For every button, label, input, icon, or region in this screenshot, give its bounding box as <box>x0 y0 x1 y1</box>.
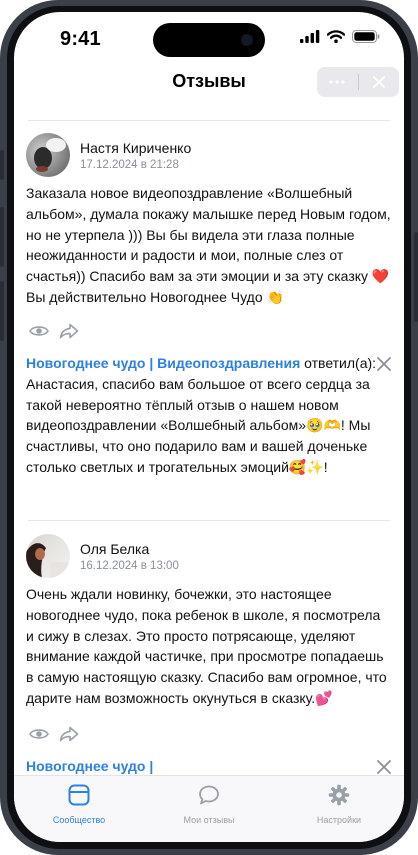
review-author[interactable]: Настя Кириченко <box>80 140 191 156</box>
wifi-icon <box>327 30 345 43</box>
status-icons <box>300 30 380 43</box>
chat-bubble-icon <box>199 785 219 805</box>
community-reply: Новогоднее чудо | Видеопоздравления отве… <box>26 353 382 478</box>
signal-icon <box>300 30 320 43</box>
tab-settings[interactable]: Настройки <box>274 784 404 825</box>
share-icon[interactable] <box>59 726 79 742</box>
status-time: 9:41 <box>60 28 101 50</box>
tab-label: Мои отзывы <box>183 815 235 825</box>
close-reply-icon[interactable] <box>376 759 392 775</box>
views-icon[interactable] <box>29 324 49 338</box>
more-button[interactable] <box>317 67 358 97</box>
mini-app-capsule <box>317 67 399 97</box>
camera-icon <box>241 34 253 46</box>
avatar[interactable] <box>26 534 70 578</box>
close-icon <box>372 76 385 88</box>
tab-bar: Сообщество Мои отзывы Настройки <box>14 775 404 842</box>
review-author[interactable]: Оля Белка <box>80 541 149 557</box>
volume-down-button <box>0 281 4 341</box>
dynamic-island <box>153 23 265 57</box>
action-button <box>0 150 4 180</box>
review-date: 17.12.2024 в 21:28 <box>80 159 179 171</box>
review-actions <box>29 726 79 742</box>
share-icon[interactable] <box>59 323 79 339</box>
community-icon <box>68 784 90 806</box>
tab-label: Сообщество <box>52 815 106 825</box>
close-reply-icon[interactable] <box>376 356 392 372</box>
battery-icon <box>352 30 380 43</box>
reply-community-link[interactable]: Новогоднее чудо | Видеопоздравления <box>26 355 300 371</box>
community-reply: Новогоднее чудо | <box>26 756 382 777</box>
gear-icon <box>328 784 350 806</box>
screen: 9:41 Отзывы Настя Кириченко 17.12.2024 в… <box>14 12 404 842</box>
tab-my-reviews[interactable]: Мои отзывы <box>144 784 274 825</box>
tab-label: Настройки <box>316 815 362 825</box>
reply-verb: ответил(а): <box>304 355 377 371</box>
review-date: 16.12.2024 в 13:00 <box>80 560 179 572</box>
avatar-photo <box>26 534 70 578</box>
review-divider <box>28 520 390 521</box>
avatar-photo <box>26 133 70 177</box>
reply-text: Анастасия, спасибо вам большое от всего … <box>26 375 371 475</box>
views-icon[interactable] <box>29 727 49 741</box>
avatar[interactable] <box>26 133 70 177</box>
more-icon <box>329 80 345 84</box>
review-text: Заказала новое видеопоздравление «Волшеб… <box>26 185 391 305</box>
close-app-button[interactable] <box>359 67 400 97</box>
reply-community-link[interactable]: Новогоднее чудо | <box>26 758 153 774</box>
header-divider <box>28 120 390 121</box>
review-text: Очень ждали новинку, бочежки, это настоя… <box>26 586 387 706</box>
volume-up-button <box>0 207 4 267</box>
tab-community[interactable]: Сообщество <box>14 784 144 825</box>
power-button <box>414 232 418 322</box>
review-actions <box>29 323 79 339</box>
